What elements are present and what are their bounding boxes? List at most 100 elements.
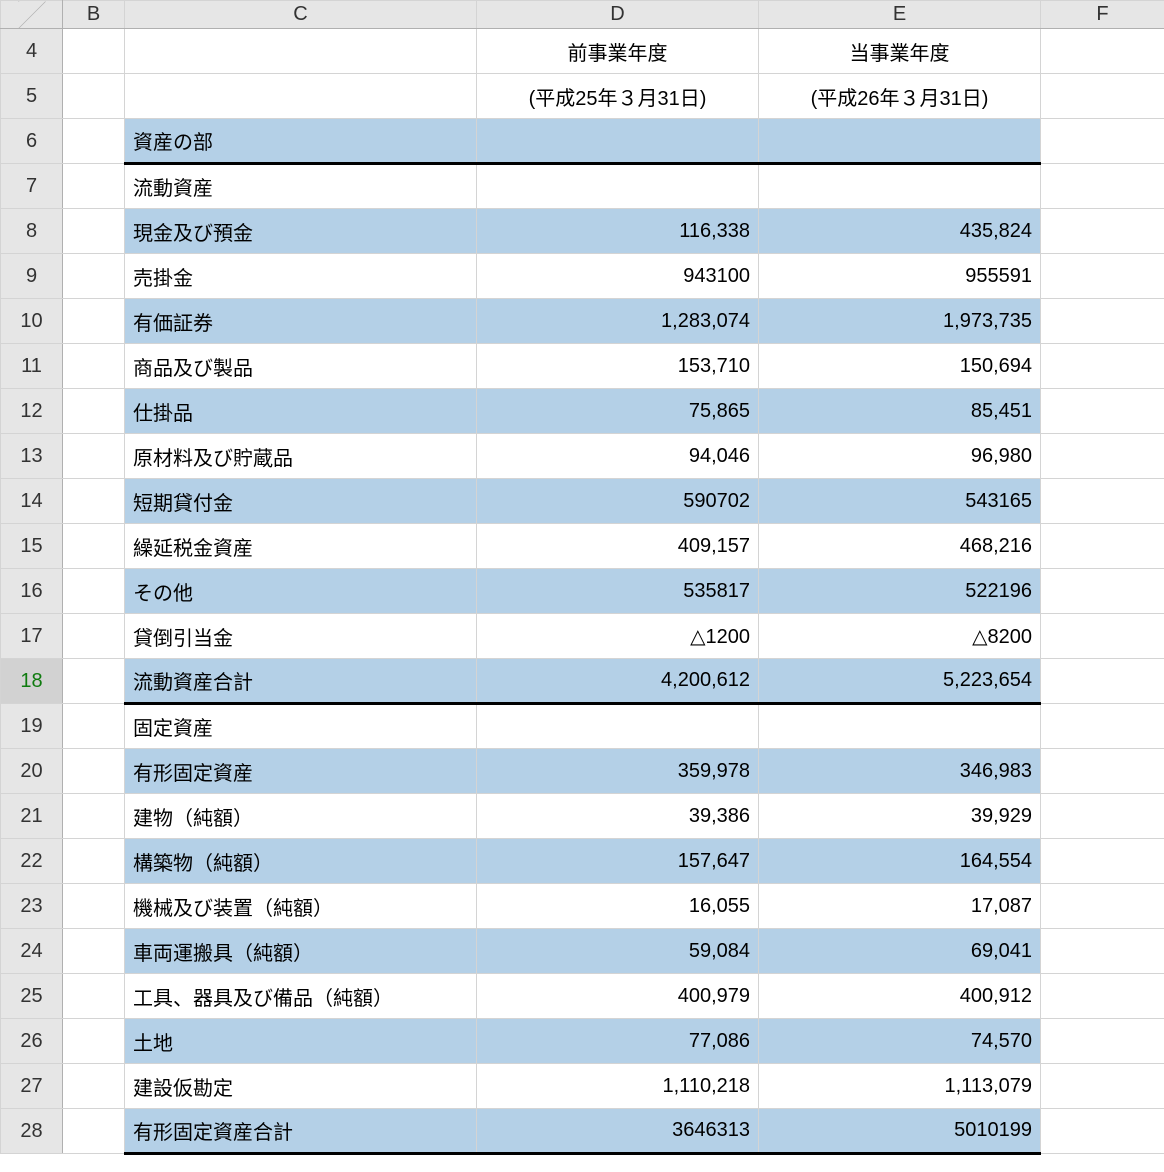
row-header-19[interactable]: 19 [1,704,63,749]
row-header-12[interactable]: 12 [1,389,63,434]
cell-C11[interactable]: 商品及び製品 [125,344,477,389]
row-header-7[interactable]: 7 [1,164,63,209]
col-header-B[interactable]: B [63,1,125,29]
cell-C28[interactable]: 有形固定資産合計 [125,1109,477,1154]
col-header-F[interactable]: F [1041,1,1164,29]
cell-D10[interactable]: 1,283,074 [477,299,759,344]
cell-B10[interactable] [63,299,125,344]
cell-F15[interactable] [1041,524,1164,569]
cell-E8[interactable]: 435,824 [759,209,1041,254]
cell-E4[interactable]: 当事業年度 [759,29,1041,74]
row-header-25[interactable]: 25 [1,974,63,1019]
cell-D12[interactable]: 75,865 [477,389,759,434]
col-header-C[interactable]: C [125,1,477,29]
cell-C20[interactable]: 有形固定資産 [125,749,477,794]
cell-D22[interactable]: 157,647 [477,839,759,884]
cell-F7[interactable] [1041,164,1164,209]
cell-D11[interactable]: 153,710 [477,344,759,389]
row-header-8[interactable]: 8 [1,209,63,254]
cell-D15[interactable]: 409,157 [477,524,759,569]
select-all-corner[interactable] [1,1,63,29]
cell-C25[interactable]: 工具、器具及び備品（純額） [125,974,477,1019]
cell-D9[interactable]: 943100 [477,254,759,299]
cell-F6[interactable] [1041,119,1164,164]
cell-E7[interactable] [759,164,1041,209]
cell-B28[interactable] [63,1109,125,1154]
cell-C9[interactable]: 売掛金 [125,254,477,299]
cell-F9[interactable] [1041,254,1164,299]
cell-D27[interactable]: 1,110,218 [477,1064,759,1109]
cell-F17[interactable] [1041,614,1164,659]
cell-C18[interactable]: 流動資産合計 [125,659,477,704]
cell-E12[interactable]: 85,451 [759,389,1041,434]
row-header-21[interactable]: 21 [1,794,63,839]
cell-B19[interactable] [63,704,125,749]
cell-C17[interactable]: 貸倒引当金 [125,614,477,659]
row-header-27[interactable]: 27 [1,1064,63,1109]
cell-B12[interactable] [63,389,125,434]
cell-F21[interactable] [1041,794,1164,839]
cell-C12[interactable]: 仕掛品 [125,389,477,434]
cell-F11[interactable] [1041,344,1164,389]
cell-E16[interactable]: 522196 [759,569,1041,614]
cell-E17[interactable]: △8200 [759,614,1041,659]
cell-E27[interactable]: 1,113,079 [759,1064,1041,1109]
cell-F23[interactable] [1041,884,1164,929]
cell-E11[interactable]: 150,694 [759,344,1041,389]
cell-F19[interactable] [1041,704,1164,749]
cell-B7[interactable] [63,164,125,209]
row-header-13[interactable]: 13 [1,434,63,479]
cell-C4[interactable] [125,29,477,74]
row-header-26[interactable]: 26 [1,1019,63,1064]
cell-B9[interactable] [63,254,125,299]
cell-B20[interactable] [63,749,125,794]
cell-B18[interactable] [63,659,125,704]
cell-F28[interactable] [1041,1109,1164,1154]
cell-F14[interactable] [1041,479,1164,524]
cell-D18[interactable]: 4,200,612 [477,659,759,704]
col-header-D[interactable]: D [477,1,759,29]
cell-C26[interactable]: 土地 [125,1019,477,1064]
cell-E21[interactable]: 39,929 [759,794,1041,839]
row-header-15[interactable]: 15 [1,524,63,569]
row-header-6[interactable]: 6 [1,119,63,164]
cell-F10[interactable] [1041,299,1164,344]
cell-D23[interactable]: 16,055 [477,884,759,929]
cell-B15[interactable] [63,524,125,569]
cell-C19[interactable]: 固定資産 [125,704,477,749]
cell-C7[interactable]: 流動資産 [125,164,477,209]
row-header-5[interactable]: 5 [1,74,63,119]
col-header-E[interactable]: E [759,1,1041,29]
grid[interactable]: B C D E F 4 前事業年度 当事業年度 5 (平成25年３月31日) (… [0,0,1164,1155]
cell-E14[interactable]: 543165 [759,479,1041,524]
cell-D24[interactable]: 59,084 [477,929,759,974]
cell-E18[interactable]: 5,223,654 [759,659,1041,704]
cell-E15[interactable]: 468,216 [759,524,1041,569]
cell-F5[interactable] [1041,74,1164,119]
cell-D7[interactable] [477,164,759,209]
cell-D21[interactable]: 39,386 [477,794,759,839]
cell-E13[interactable]: 96,980 [759,434,1041,479]
cell-B5[interactable] [63,74,125,119]
row-header-20[interactable]: 20 [1,749,63,794]
cell-B11[interactable] [63,344,125,389]
cell-D6[interactable] [477,119,759,164]
cell-D19[interactable] [477,704,759,749]
cell-C13[interactable]: 原材料及び貯蔵品 [125,434,477,479]
cell-B4[interactable] [63,29,125,74]
cell-E23[interactable]: 17,087 [759,884,1041,929]
cell-C15[interactable]: 繰延税金資産 [125,524,477,569]
row-header-9[interactable]: 9 [1,254,63,299]
cell-C22[interactable]: 構築物（純額） [125,839,477,884]
cell-B24[interactable] [63,929,125,974]
cell-B21[interactable] [63,794,125,839]
cell-C21[interactable]: 建物（純額） [125,794,477,839]
cell-D13[interactable]: 94,046 [477,434,759,479]
cell-B26[interactable] [63,1019,125,1064]
cell-E24[interactable]: 69,041 [759,929,1041,974]
cell-B23[interactable] [63,884,125,929]
row-header-18[interactable]: 18 [1,659,63,704]
cell-C23[interactable]: 機械及び装置（純額） [125,884,477,929]
cell-B22[interactable] [63,839,125,884]
cell-D8[interactable]: 116,338 [477,209,759,254]
